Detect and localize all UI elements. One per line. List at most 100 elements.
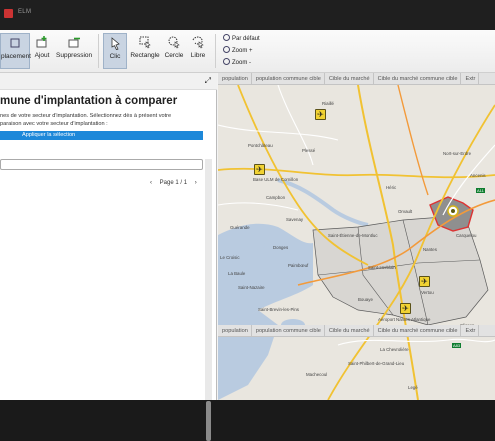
map-label: Nantes [423, 247, 437, 252]
app-title: ELM [18, 9, 32, 15]
circle-label: Cercle [164, 52, 184, 59]
tab-population-commune-cible[interactable]: population commune cible [252, 325, 325, 336]
tab-extra[interactable]: Extr [461, 73, 480, 84]
panel-scrollbar[interactable] [205, 159, 212, 441]
circle-select-button[interactable]: Cercle [163, 33, 185, 69]
lasso-icon [192, 36, 204, 49]
scrollbar-thumb[interactable] [206, 401, 211, 441]
tab-extra[interactable]: Extr [461, 325, 480, 336]
map-label: Guérande [230, 225, 250, 230]
map-label: Machecoul [306, 372, 328, 377]
zoom-out-label: Zoom - [232, 60, 252, 66]
zoom-out-button[interactable]: Zoom - [223, 58, 251, 68]
rectangle-label: Rectangle [130, 52, 160, 59]
map-layer-tabs: population population commune cible Cible … [218, 73, 495, 85]
map-label: Riaillé [322, 101, 334, 106]
map-label: Nort-sur-Erdre [443, 151, 472, 156]
tab-cible-du-marche[interactable]: Cible du marché [325, 325, 374, 336]
apply-selection-button[interactable]: Appliquer la sélection [0, 131, 203, 140]
map-label: Saint-Herblain [368, 265, 396, 270]
map-label: Paimbœuf [288, 263, 309, 268]
previous-page-button[interactable]: ‹ [150, 180, 152, 186]
panel-description-line-1: nes de votre secteur d'implantation. Sél… [0, 113, 172, 119]
airport-icon[interactable]: ✈ [419, 276, 430, 287]
placement-label: placement [1, 53, 31, 60]
zoom-in-label: Zoom + [232, 48, 253, 54]
page-indicator: Page 1 / 1 [159, 180, 188, 186]
map-label: Bouaye [358, 297, 373, 302]
ribbon-separator [98, 34, 99, 68]
map-label: Base ULM de Cornillon [253, 177, 299, 182]
map-canvas[interactable]: ✈ ✈ ✈ ✈ A11 A83 Riaillé Pontchâteau Ples… [218, 85, 495, 400]
map-label: Carquefou [456, 233, 477, 238]
map-label: La Baule [228, 271, 246, 276]
add-icon [36, 36, 47, 48]
next-page-button[interactable]: › [195, 180, 197, 186]
tab-cible-du-marche-commune-cible[interactable]: Cible du marché commune cible [374, 325, 462, 336]
tab-cible-du-marche-commune-cible[interactable]: Cible du marché commune cible [374, 73, 462, 84]
map-label: Aéroport Nantes Atlantique [378, 317, 431, 322]
tab-population-commune-cible[interactable]: population commune cible [252, 73, 325, 84]
app-logo-icon [4, 9, 13, 18]
rectangle-select-button[interactable]: Rectangle [129, 33, 161, 69]
pagination: ‹ Page 1 / 1 › [147, 180, 200, 186]
map-label: Pontchâteau [248, 143, 273, 148]
map-label: Campbon [266, 195, 286, 200]
tab-cible-du-marche[interactable]: Cible du marché [325, 73, 374, 84]
map-label: La Chevrolière [380, 347, 409, 352]
default-view-label: Par défaut [232, 36, 260, 42]
title-bar: ELM [0, 0, 495, 30]
airport-icon[interactable]: ✈ [254, 164, 265, 175]
zoom-in-button[interactable]: Zoom + [223, 46, 253, 56]
application-window: ELM placement Ajout Suppression Clic Rec… [0, 0, 495, 441]
tab-population[interactable]: population [218, 325, 252, 336]
circle-select-icon [168, 36, 180, 49]
map-label: Plessé [302, 148, 316, 153]
road-badge: A83 [452, 343, 462, 348]
remove-icon [68, 37, 80, 48]
ribbon-toolbar: placement Ajout Suppression Clic Rectang… [0, 30, 495, 73]
click-select-button[interactable]: Clic [103, 33, 127, 69]
map-drawing [218, 85, 495, 400]
panel-title: mune d'implantation à comparer [0, 95, 178, 107]
map-label: Savenay [286, 217, 304, 222]
map-label: Vertou [421, 290, 434, 295]
zoom-out-icon [223, 58, 230, 65]
placement-button[interactable]: placement [0, 33, 31, 69]
map-label: Héric [386, 185, 397, 190]
map-label: Saint-Brevin-les-Pins [258, 307, 299, 312]
freehand-label: Libre [190, 52, 206, 59]
freehand-select-button[interactable]: Libre [188, 33, 208, 69]
airport-icon[interactable]: ✈ [315, 109, 326, 120]
panel-header-bar: ⤢ [0, 73, 217, 90]
magnifier-icon [223, 34, 230, 41]
comparison-panel: ⤢ mune d'implantation à comparer nes de … [0, 73, 217, 441]
map-label: Orvault [398, 209, 413, 214]
panel-description: nes de votre secteur d'implantation. Sél… [0, 113, 210, 128]
map-label: Saint-Étienne-de-Montluc [328, 233, 378, 238]
expand-icon[interactable]: ⤢ [205, 76, 211, 86]
map-label: Saint-Philbert-de-Grand-Lieu [348, 361, 405, 366]
tab-population[interactable]: population [218, 73, 252, 84]
delete-button[interactable]: Suppression [56, 33, 92, 69]
map-label: Donges [273, 245, 289, 250]
airport-icon[interactable]: ✈ [400, 303, 411, 314]
map-label: Saint-Nazaire [238, 285, 265, 290]
map-area: population population commune cible Cible … [218, 73, 495, 400]
default-view-button[interactable]: Par défaut [223, 34, 260, 44]
add-button[interactable]: Ajout [32, 33, 52, 69]
cursor-icon [111, 37, 120, 50]
rectangle-select-icon [139, 36, 151, 49]
commune-search-field[interactable] [0, 159, 203, 170]
zoom-in-icon [223, 46, 230, 53]
map-label: Legé [408, 385, 418, 390]
delete-label: Suppression [56, 52, 93, 59]
map-label: Ancenis [470, 173, 486, 178]
map-layer-tabs-repeat: population population commune cible Cible … [218, 325, 495, 337]
map-label: Le Croisic [220, 255, 240, 260]
move-icon [10, 38, 20, 48]
road-badge: A11 [476, 188, 485, 193]
ribbon-separator [215, 34, 216, 68]
click-label: Clic [109, 53, 121, 60]
panel-description-line-2: paraison avec votre secteur d'implantati… [0, 120, 108, 127]
